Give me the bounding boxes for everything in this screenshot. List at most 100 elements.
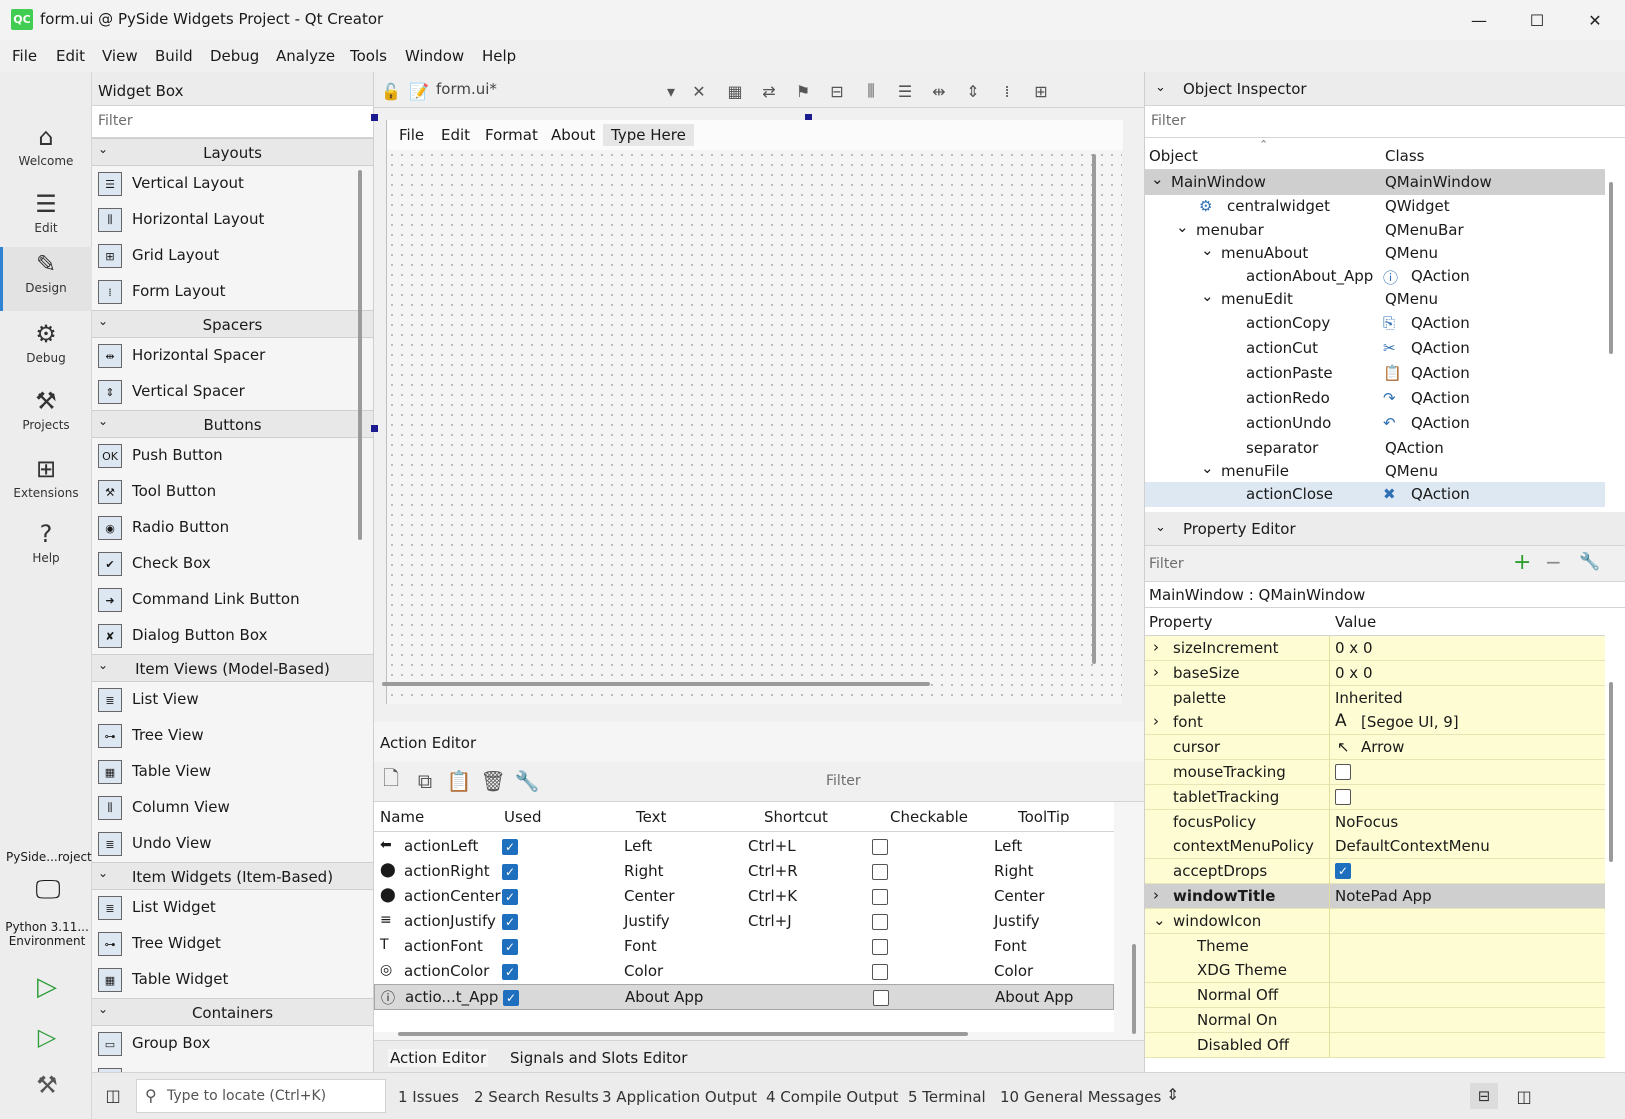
mode-help[interactable]: ? Help <box>0 517 92 581</box>
expand-chevron-icon[interactable]: › <box>1153 712 1159 730</box>
property-table-scrollbar[interactable] <box>1609 682 1613 862</box>
widget-item[interactable]: ✘ Dialog Button Box <box>92 618 373 654</box>
action-row[interactable]: ≡ actionJustify ✓ Justify Ctrl+J Justify <box>374 909 1114 935</box>
object-tree-row[interactable]: actionCopy ⎘ QAction <box>1145 311 1605 336</box>
action-row[interactable]: ⬤ actionCenter ✓ Center Ctrl+K Center <box>374 884 1114 910</box>
property-row[interactable]: Disabled Off <box>1145 1032 1605 1058</box>
object-inspector-filter[interactable]: Filter <box>1145 106 1625 138</box>
locator-input[interactable]: ⚲ Type to locate (Ctrl+K) <box>136 1079 386 1113</box>
selection-handle[interactable] <box>371 425 378 432</box>
delete-action-icon[interactable]: 🗑 <box>480 769 505 793</box>
checkable-checkbox[interactable] <box>872 964 888 980</box>
configure-action-icon[interactable]: 🔧 <box>515 769 540 793</box>
edit-tab-order-icon[interactable]: ⊟ <box>826 80 848 102</box>
col-object[interactable]: Object <box>1149 147 1198 165</box>
object-tree-row[interactable]: ⌄ menuFile QMenu <box>1145 459 1605 484</box>
property-row[interactable]: contextMenuPolicy DefaultContextMenu <box>1145 834 1605 860</box>
form-menu-edit[interactable]: Edit <box>441 126 470 144</box>
property-value[interactable]: Inherited <box>1335 689 1403 707</box>
widget-item[interactable]: ⚒ Tool Button <box>92 474 373 510</box>
used-checkbox[interactable]: ✓ <box>502 889 518 905</box>
action-row[interactable]: ⓘ actio...t_App ✓ About App About App <box>374 984 1114 1010</box>
mode-debug[interactable]: ⚙ Debug <box>0 317 92 381</box>
used-checkbox[interactable]: ✓ <box>502 964 518 980</box>
checkable-checkbox[interactable] <box>872 889 888 905</box>
debug-run-icon[interactable]: ▷ <box>30 1020 64 1054</box>
menu-build[interactable]: Build <box>155 47 193 65</box>
property-row[interactable]: › sizeIncrement 0 x 0 <box>1145 636 1605 661</box>
menu-view[interactable]: View <box>102 47 138 65</box>
menu-window[interactable]: Window <box>405 47 464 65</box>
widget-category[interactable]: ⌄ Layouts <box>92 138 373 166</box>
run-icon[interactable]: ▷ <box>30 970 64 1004</box>
minimize-button[interactable]: — <box>1450 0 1508 40</box>
pane-compile-output[interactable]: 4 Compile Output <box>766 1088 899 1106</box>
property-row[interactable]: Normal Off <box>1145 983 1605 1009</box>
property-checkbox[interactable]: ✓ <box>1335 863 1351 880</box>
used-checkbox[interactable]: ✓ <box>502 864 518 880</box>
widget-item[interactable]: ≣ List Widget <box>92 890 373 926</box>
object-tree-row[interactable]: actionClose ✖ QAction <box>1145 482 1605 507</box>
col-value[interactable]: Value <box>1335 613 1376 631</box>
action-row[interactable]: TactionFont ✓ Font Font <box>374 934 1114 960</box>
toggle-right-sidebar-icon[interactable]: ◫ <box>1510 1083 1538 1109</box>
property-row[interactable]: focusPolicy NoFocus <box>1145 809 1605 835</box>
configure-icon[interactable]: 🔧 <box>1579 552 1600 572</box>
layout-vertical-icon[interactable]: ☰ <box>894 80 916 102</box>
used-checkbox[interactable]: ✓ <box>502 914 518 930</box>
object-tree-row[interactable]: actionPaste 📋 QAction <box>1145 361 1605 386</box>
widget-item[interactable]: ▦ Table Widget <box>92 962 373 998</box>
widget-item[interactable]: ⫼ Horizontal Layout <box>92 202 373 238</box>
widget-item[interactable]: ▦ Table View <box>92 754 373 790</box>
chevron-down-icon[interactable]: ⌄ <box>1155 520 1166 535</box>
action-table-hscrollbar[interactable] <box>398 1032 968 1036</box>
form-canvas[interactable]: File Edit Format About Type Here <box>386 120 1123 704</box>
widget-item[interactable]: ⇹ Horizontal Spacer <box>92 338 373 374</box>
object-tree-row[interactable]: centralwidget ⚙ QWidget <box>1145 194 1605 219</box>
menu-analyze[interactable]: Analyze <box>276 47 335 65</box>
selection-handle[interactable] <box>371 114 378 121</box>
object-tree-row[interactable]: actionUndo ↶ QAction <box>1145 411 1605 436</box>
object-tree-scrollbar[interactable] <box>1609 182 1613 354</box>
property-row[interactable]: › windowTitle NotePad App <box>1145 884 1605 909</box>
layout-horizontal-icon[interactable]: ⫼ <box>860 80 882 102</box>
chevron-down-icon[interactable]: ⌄ <box>1155 80 1166 95</box>
chevron-down-icon[interactable]: ▾ <box>660 80 682 102</box>
edit-widgets-icon[interactable]: ▦ <box>724 80 746 102</box>
edit-signals-icon[interactable]: ⇄ <box>758 80 780 102</box>
checkable-checkbox[interactable] <box>873 990 889 1006</box>
expand-chevron-icon[interactable]: ⌄ <box>1176 218 1189 236</box>
toggle-sidebar-icon[interactable]: ◫ <box>102 1085 124 1105</box>
property-row[interactable]: ⌄ windowIcon <box>1145 908 1605 934</box>
checkable-checkbox[interactable] <box>872 939 888 955</box>
property-row[interactable]: acceptDrops ✓ <box>1145 859 1605 885</box>
widget-box-filter[interactable]: Filter <box>92 106 373 138</box>
expand-chevron-icon[interactable]: › <box>1153 638 1159 656</box>
build-hammer-icon[interactable]: ⚒ <box>30 1068 64 1102</box>
col-checkable[interactable]: Checkable <box>890 808 968 826</box>
menu-file[interactable]: File <box>12 47 37 65</box>
widget-box-scrollbar[interactable] <box>358 170 362 540</box>
action-row[interactable]: ⬅ actionLeft ✓ Left Ctrl+L Left <box>374 834 1114 860</box>
mode-extensions[interactable]: ⊞ Extensions <box>0 452 92 516</box>
property-checkbox[interactable] <box>1335 788 1351 805</box>
new-action-icon[interactable]: 🗋 <box>380 766 402 792</box>
mode-edit[interactable]: ☰ Edit <box>0 187 92 251</box>
pane-issues[interactable]: 1 Issues <box>398 1088 459 1106</box>
widget-item[interactable]: ≣ List View <box>92 682 373 718</box>
layout-grid-icon[interactable]: ⊞ <box>1030 80 1052 102</box>
mode-welcome[interactable]: ⌂ Welcome <box>0 120 92 184</box>
property-value[interactable]: 0 x 0 <box>1335 664 1373 682</box>
property-value[interactable]: 0 x 0 <box>1335 639 1373 657</box>
output-pane-icon[interactable]: ⊟ <box>1470 1083 1498 1109</box>
menu-tools[interactable]: Tools <box>350 47 387 65</box>
mode-projects[interactable]: ⚒ Projects <box>0 384 92 448</box>
checkable-checkbox[interactable] <box>872 914 888 930</box>
used-checkbox[interactable]: ✓ <box>503 990 519 1006</box>
property-value[interactable]: NoFocus <box>1335 813 1398 831</box>
close-button[interactable]: ✕ <box>1566 0 1624 40</box>
close-document-icon[interactable]: ✕ <box>688 80 710 102</box>
widget-category[interactable]: ⌄ Item Views (Model-Based) <box>92 654 373 682</box>
form-menu-type-here[interactable]: Type Here <box>603 124 694 146</box>
more-panes-icon[interactable]: ⇕ <box>1166 1085 1179 1104</box>
